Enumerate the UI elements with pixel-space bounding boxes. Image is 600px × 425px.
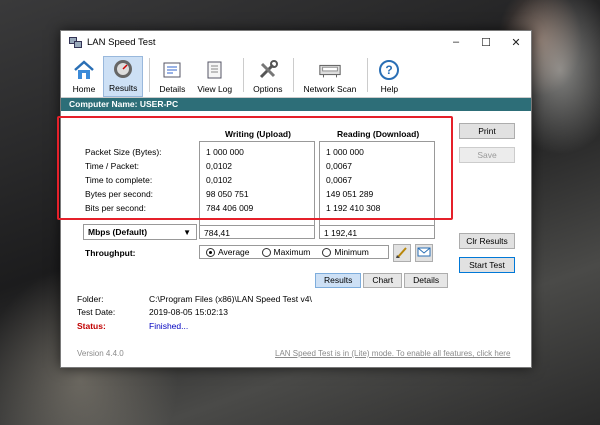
radio-average[interactable]: Average	[206, 247, 250, 257]
window-title: LAN Speed Test	[87, 36, 156, 48]
svg-text:?: ?	[386, 63, 393, 77]
test-date-label: Test Date:	[77, 307, 116, 317]
title-bar[interactable]: LAN Speed Test – ☐ ✕	[61, 31, 531, 53]
radio-label: Maximum	[273, 247, 311, 257]
clr-results-button[interactable]: Clr Results	[459, 233, 515, 249]
clear-brush-button[interactable]	[393, 244, 411, 262]
toolbar-help-button[interactable]: ? Help	[372, 58, 406, 97]
toolbar-separator	[367, 58, 369, 92]
toolbar-results-button[interactable]: Results	[103, 56, 144, 97]
radio-indicator	[322, 247, 332, 257]
start-test-button[interactable]: Start Test	[459, 257, 515, 273]
home-icon	[72, 58, 96, 82]
tab-details[interactable]: Details	[404, 273, 449, 288]
toolbar-label: Details	[159, 84, 186, 94]
maximize-button[interactable]: ☐	[471, 36, 501, 49]
print-button[interactable]: Print	[459, 123, 515, 139]
result-tabs: Results Chart Details	[315, 273, 450, 288]
toolbar-label: Network Scan	[303, 84, 357, 94]
minimize-button[interactable]: –	[441, 36, 471, 48]
radio-label: Minimum	[334, 247, 369, 257]
test-date-value: 2019-08-05 15:02:13	[149, 307, 228, 317]
tab-chart[interactable]: Chart	[363, 273, 403, 288]
toolbar-home-button[interactable]: Home	[67, 58, 101, 97]
toolbar-label: Home	[72, 84, 96, 94]
envelope-icon	[417, 247, 431, 257]
toolbar-view-log-button[interactable]: View Log	[192, 58, 237, 97]
toolbar-options-button[interactable]: Options	[248, 58, 287, 97]
radio-maximum[interactable]: Maximum	[261, 247, 311, 257]
write-mbps-field[interactable]: 784,41	[199, 225, 315, 239]
units-select-value: Mbps (Default)	[88, 227, 148, 237]
tab-results[interactable]: Results	[315, 273, 362, 288]
brush-icon	[396, 247, 407, 258]
status-label: Status:	[77, 321, 106, 331]
lite-mode-link[interactable]: LAN Speed Test is in (Lite) mode. To ena…	[275, 349, 510, 358]
toolbar: Home Results Details View Log Options Ne…	[61, 53, 531, 98]
toolbar-separator	[243, 58, 245, 92]
computer-name-bar: Computer Name: USER-PC	[61, 98, 531, 111]
toolbar-label: View Log	[197, 84, 233, 94]
radio-indicator	[206, 247, 215, 257]
close-button[interactable]: ✕	[501, 36, 531, 49]
toolbar-separator	[149, 58, 151, 92]
folder-label: Folder:	[77, 294, 104, 304]
version-label: Version 4.4.0	[77, 349, 124, 358]
network-scan-icon	[318, 58, 342, 82]
details-icon	[160, 58, 184, 82]
options-icon	[256, 58, 280, 82]
toolbar-details-button[interactable]: Details	[154, 58, 190, 97]
radio-minimum[interactable]: Minimum	[322, 247, 369, 257]
highlight-frame	[57, 116, 453, 220]
status-value: Finished...	[149, 321, 189, 331]
throughput-radio-group: Average Maximum Minimum	[199, 245, 389, 259]
toolbar-label: Results	[109, 83, 138, 93]
help-icon: ?	[377, 58, 401, 82]
units-select[interactable]: Mbps (Default) ▼	[83, 224, 197, 240]
log-icon	[203, 58, 227, 82]
radio-indicator	[261, 247, 271, 257]
app-icon	[69, 37, 82, 48]
toolbar-label: Help	[380, 84, 399, 94]
save-button[interactable]: Save	[459, 147, 515, 163]
folder-value: C:\Program Files (x86)\LAN Speed Test v4…	[149, 294, 312, 304]
throughput-label: Throughput:	[85, 248, 136, 258]
toolbar-separator	[293, 58, 295, 92]
read-mbps-field[interactable]: 1 192,41	[319, 225, 435, 239]
toolbar-label: Options	[253, 84, 283, 94]
radio-label: Average	[218, 247, 250, 257]
results-icon	[111, 57, 135, 81]
email-button[interactable]	[415, 244, 433, 262]
chevron-down-icon: ▼	[183, 228, 191, 237]
toolbar-network-scan-button[interactable]: Network Scan	[298, 58, 361, 97]
